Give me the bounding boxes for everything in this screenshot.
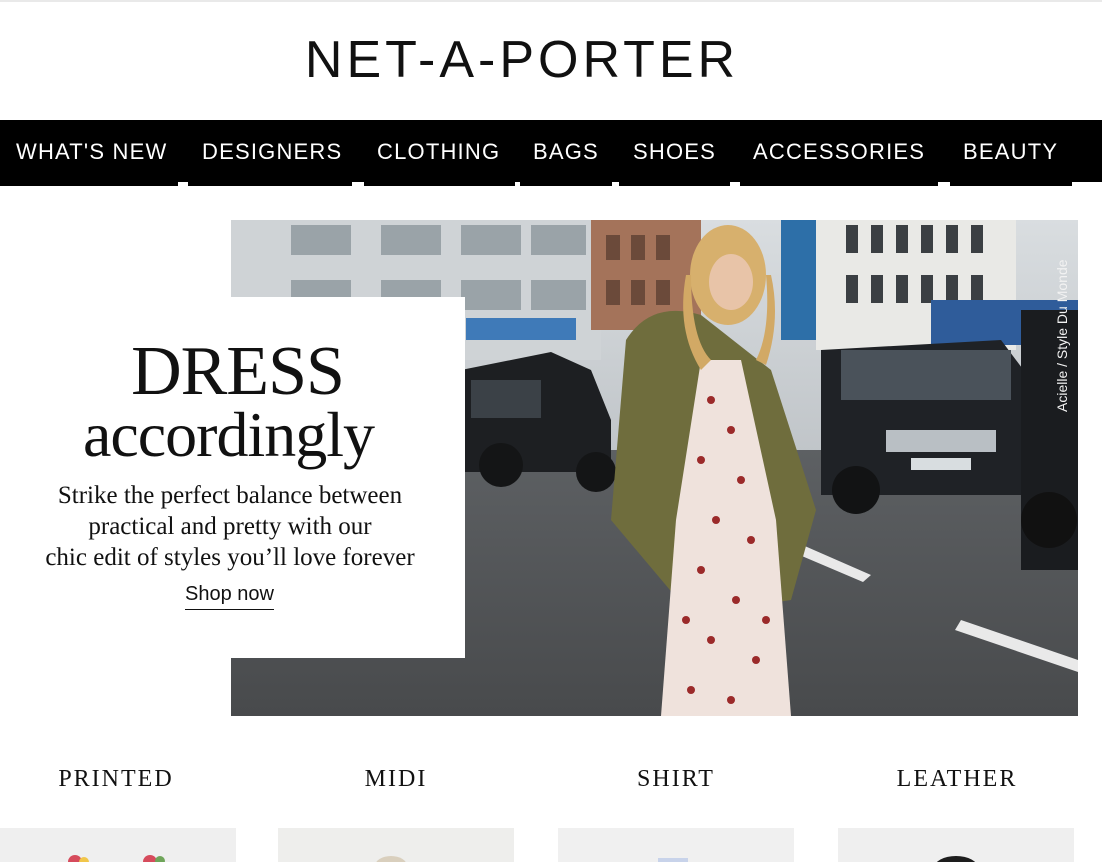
nav-separator xyxy=(352,182,364,186)
promo-card: DRESS accordingly Strike the perfect bal… xyxy=(0,297,465,658)
category-image-printed[interactable] xyxy=(0,828,236,862)
promo-description: Strike the perfect balance between pract… xyxy=(20,480,440,573)
promo-description-line3: chic edit of styles you’ll love forever xyxy=(45,544,415,571)
promo-description-line2: practical and pretty with our xyxy=(88,513,372,540)
category-image-leather[interactable] xyxy=(838,828,1074,862)
printed-product-thumbnail xyxy=(0,828,236,862)
main-navigation: WHAT'S NEW DESIGNERS CLOTHING BAGS SHOES… xyxy=(0,120,1102,186)
shirt-product-thumbnail xyxy=(558,828,794,862)
midi-product-thumbnail xyxy=(278,828,514,862)
nav-item-bags[interactable]: BAGS xyxy=(533,120,599,184)
nav-item-designers[interactable]: DESIGNERS xyxy=(202,120,342,184)
nav-item-accessories[interactable]: ACCESSORIES xyxy=(753,120,925,184)
category-image-midi[interactable] xyxy=(278,828,514,862)
category-title-printed[interactable]: PRINTED xyxy=(0,766,236,793)
leather-product-thumbnail xyxy=(838,828,1074,862)
shop-now-link[interactable]: Shop now xyxy=(185,583,274,610)
promo-headline-line2: accordingly xyxy=(82,399,375,470)
category-title-leather[interactable]: LEATHER xyxy=(837,766,1077,793)
nav-separator xyxy=(178,182,188,186)
brand-logo[interactable]: NET-A-PORTER xyxy=(0,30,1044,90)
nav-separator xyxy=(938,182,950,186)
nav-item-clothing[interactable]: CLOTHING xyxy=(377,120,500,184)
nav-separator xyxy=(515,182,520,186)
nav-item-shoes[interactable]: SHOES xyxy=(633,120,716,184)
promo-headline-line1: DRESS xyxy=(131,333,345,410)
top-divider xyxy=(0,0,1102,2)
category-image-shirt[interactable] xyxy=(558,828,794,862)
nav-separator xyxy=(1072,182,1102,186)
nav-item-whats-new[interactable]: WHAT'S NEW xyxy=(16,120,167,184)
category-title-shirt[interactable]: SHIRT xyxy=(556,766,796,793)
photo-credit: Acielle / Style Du Monde xyxy=(1054,259,1070,412)
category-title-midi[interactable]: MIDI xyxy=(276,766,516,793)
promo-description-line1: Strike the perfect balance between xyxy=(57,482,403,509)
nav-separator xyxy=(612,182,619,186)
nav-separator xyxy=(730,182,740,186)
nav-item-beauty[interactable]: BEAUTY xyxy=(963,120,1058,184)
